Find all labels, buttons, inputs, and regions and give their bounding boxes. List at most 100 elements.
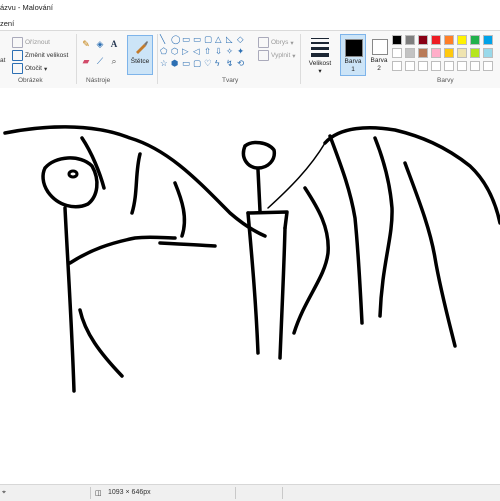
shape-option[interactable]: ▭ <box>182 35 190 44</box>
text-tool-icon[interactable]: A <box>109 39 119 49</box>
drawing-canvas[interactable] <box>0 88 500 484</box>
shape-option[interactable]: ◺ <box>226 35 233 44</box>
palette-swatch[interactable] <box>418 61 428 71</box>
image-dimensions: 1093 × 646px <box>108 489 151 496</box>
brush-stroke <box>130 152 142 215</box>
shape-option[interactable]: ✦ <box>237 47 244 56</box>
palette-swatch[interactable] <box>457 61 467 71</box>
status-divider <box>90 487 91 499</box>
fill-dropdown[interactable]: Vyplnit ▾ <box>258 50 296 61</box>
resize-button[interactable]: Změnit velikost <box>12 50 68 61</box>
chevron-down-icon: ▾ <box>290 39 294 47</box>
palette-swatch[interactable] <box>470 61 480 71</box>
palette-swatch[interactable] <box>405 35 415 45</box>
palette-swatch[interactable] <box>444 61 454 71</box>
group-label-image: Obrázek <box>18 77 43 84</box>
palette-swatch[interactable] <box>392 48 402 58</box>
shape-option[interactable]: ▭ <box>182 59 190 68</box>
chevron-down-icon: ▾ <box>318 68 322 75</box>
color-picker-icon[interactable]: ⟋ <box>95 56 105 66</box>
palette-swatch[interactable] <box>392 35 402 45</box>
shape-option[interactable]: ⬡ <box>171 47 178 56</box>
canvas-drawing <box>3 125 500 393</box>
color2-swatch <box>372 39 388 55</box>
palette-swatch[interactable] <box>457 48 467 58</box>
palette-swatch[interactable] <box>405 61 415 71</box>
palette-swatch[interactable] <box>483 35 493 45</box>
pencil-icon[interactable]: ✎ <box>81 39 91 49</box>
shape-option[interactable]: ▢ <box>204 35 212 44</box>
palette-swatch[interactable] <box>470 48 480 58</box>
window-title: ázvu - Malování <box>0 3 53 12</box>
shape-option[interactable]: ♡ <box>204 59 212 68</box>
brush-stroke <box>267 142 326 209</box>
group-label-shapes: Tvary <box>222 77 239 84</box>
shape-option[interactable]: ◯ <box>171 35 181 44</box>
shape-option[interactable]: ▭ <box>193 35 201 44</box>
outline-dropdown[interactable]: Obrys ▾ <box>258 37 294 48</box>
palette-swatch[interactable] <box>483 61 493 71</box>
eraser-icon[interactable]: ▰ <box>81 56 91 66</box>
menu-tab-label[interactable]: zení <box>0 19 14 28</box>
brush-stroke <box>78 308 124 378</box>
brush-stroke <box>292 186 330 335</box>
brush-stroke <box>328 134 364 325</box>
select-tool-partial[interactable]: at <box>0 57 5 64</box>
palette-swatch[interactable] <box>418 48 428 58</box>
color1-button[interactable]: Barva 1 <box>340 34 366 76</box>
brush-stroke <box>241 140 277 170</box>
color2-button[interactable]: Barva 2 <box>368 34 392 76</box>
shape-option[interactable]: ◁ <box>193 47 200 56</box>
brush-stroke <box>246 210 289 230</box>
shape-option[interactable]: ⇩ <box>215 47 222 56</box>
fill-bucket-icon[interactable]: ◈ <box>95 39 105 49</box>
shape-option[interactable]: ⟲ <box>237 59 244 68</box>
palette-swatch[interactable] <box>431 35 441 45</box>
shape-option[interactable]: ◇ <box>237 35 244 44</box>
shape-option[interactable]: △ <box>215 35 222 44</box>
cursor-position-icon: ⌖ <box>2 489 6 496</box>
brushes-button[interactable]: Štětce <box>127 35 153 75</box>
shape-option[interactable]: ↯ <box>226 59 233 68</box>
title-bar: ázvu - Malování <box>0 0 500 14</box>
shape-option[interactable]: ╲ <box>160 35 165 44</box>
palette-swatch[interactable] <box>470 35 480 45</box>
brush-stroke <box>173 181 187 238</box>
status-bar: ⌖ ◫ 1093 × 646px <box>0 484 500 501</box>
palette-swatch[interactable] <box>483 48 493 58</box>
shape-option[interactable]: ⬠ <box>160 47 167 56</box>
group-label-colors: Barvy <box>437 77 454 84</box>
brush-stroke <box>246 211 260 355</box>
outline-icon <box>258 37 269 48</box>
brush-stroke <box>67 169 79 179</box>
chevron-down-icon: ▾ <box>292 52 296 60</box>
shape-option[interactable]: ▢ <box>193 59 201 68</box>
palette-swatch[interactable] <box>444 35 454 45</box>
brush-stroke <box>323 126 500 225</box>
size-button[interactable]: Velikost ▾ <box>305 35 335 75</box>
palette-swatch[interactable] <box>431 48 441 58</box>
palette-swatch[interactable] <box>392 61 402 71</box>
rotate-button[interactable]: Otočit ▾ <box>12 63 47 74</box>
magnifier-icon[interactable]: ⌕ <box>109 56 119 66</box>
shape-option[interactable]: ϟ <box>215 59 220 68</box>
palette-swatch[interactable] <box>405 48 415 58</box>
color1-number: 1 <box>351 66 355 73</box>
palette-swatch[interactable] <box>444 48 454 58</box>
shape-option[interactable]: ✧ <box>226 47 233 56</box>
shape-option[interactable]: ▷ <box>182 47 189 56</box>
palette-swatch[interactable] <box>418 35 428 45</box>
brush-stroke <box>256 168 262 213</box>
shape-option[interactable]: ⬢ <box>171 59 178 68</box>
brush-icon <box>136 41 148 54</box>
brush-stroke <box>278 226 287 360</box>
shape-option[interactable]: ⇧ <box>204 47 211 56</box>
crop-button[interactable]: Oříznout <box>12 37 50 48</box>
shape-option[interactable]: ☆ <box>160 59 168 68</box>
palette-swatch[interactable] <box>457 35 467 45</box>
rotate-icon <box>12 63 23 74</box>
palette-swatch[interactable] <box>431 61 441 71</box>
brush-stroke <box>158 241 217 248</box>
shapes-gallery[interactable]: ╲ ◯ ▭ ▭ ▢ △ ◺ ◇ ⬠ ⬡ ▷ ◁ ⇧ ⇩ ✧ ✦ ☆ ⬢ ▭ ▢ ♡ ϟ ↯ ⟲ <box>160 35 248 71</box>
size-label: Velikost <box>308 60 332 67</box>
